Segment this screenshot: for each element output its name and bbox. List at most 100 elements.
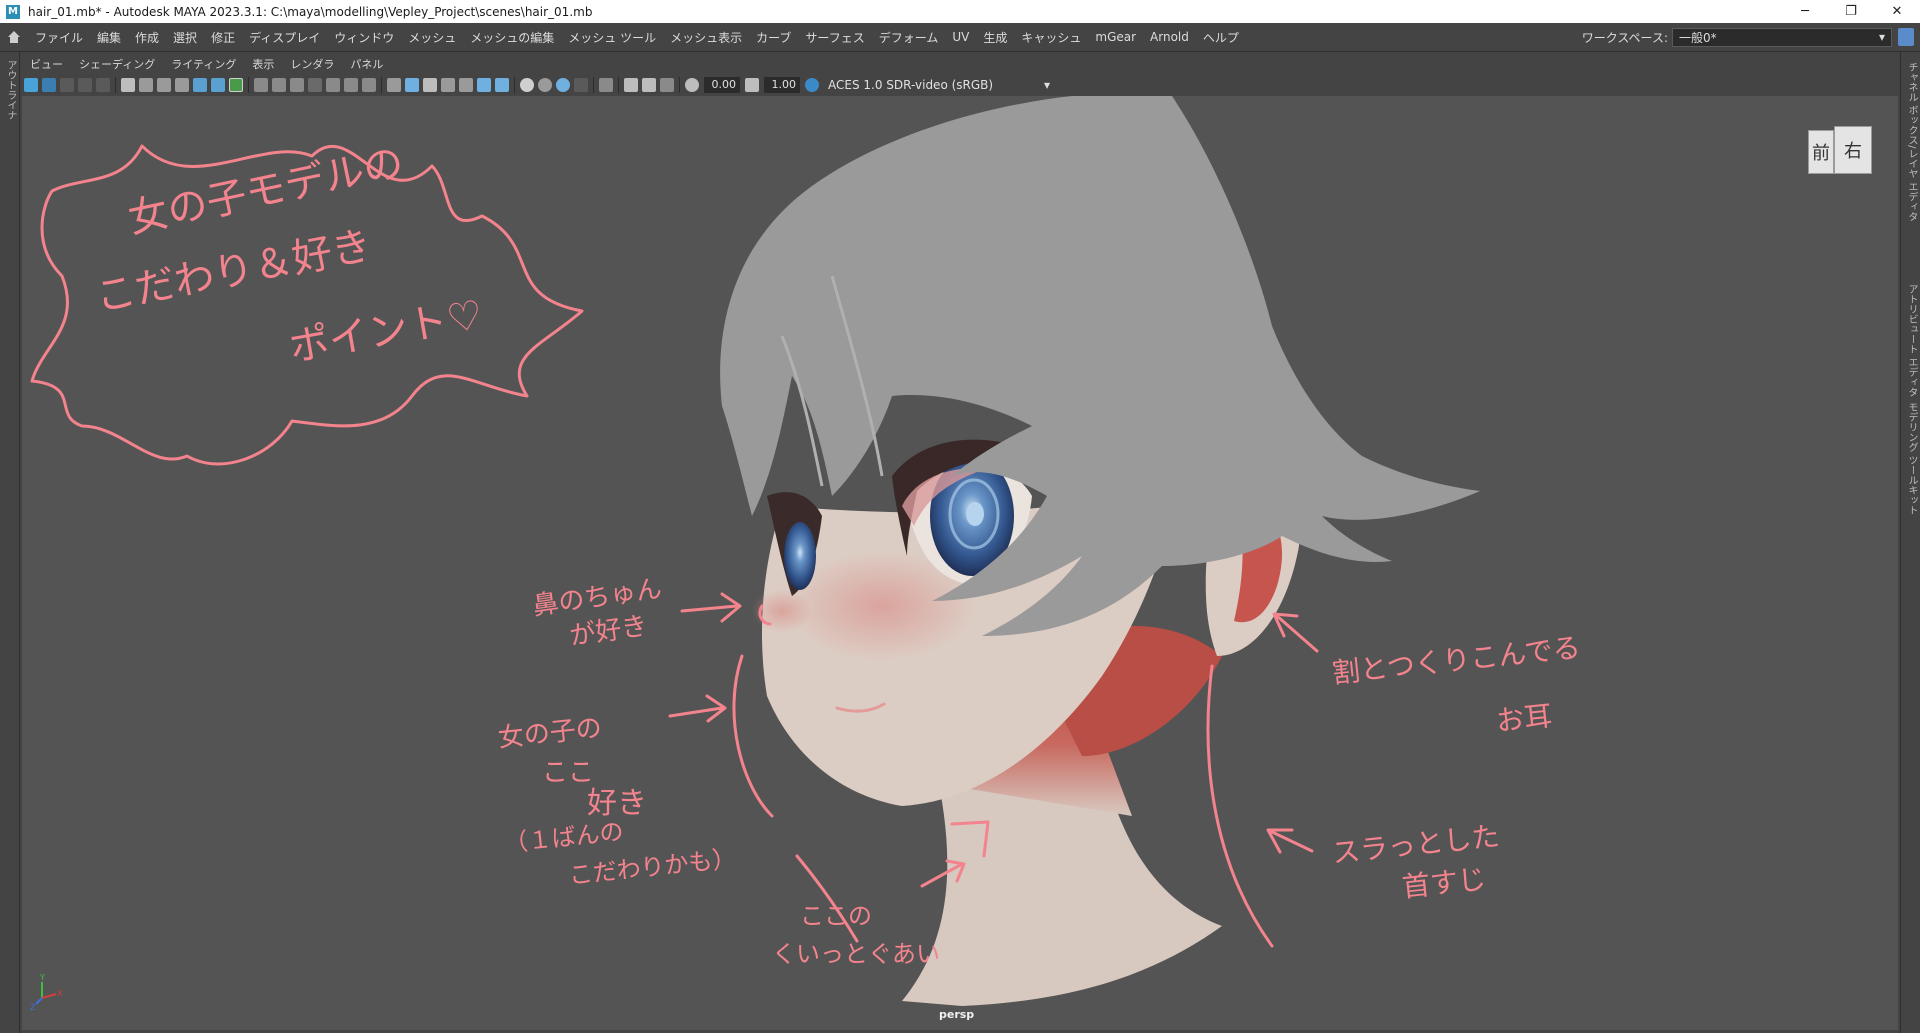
2d-pan-zoom-icon[interactable] xyxy=(96,78,110,92)
textured-icon[interactable] xyxy=(441,78,455,92)
menu-uv[interactable]: UV xyxy=(945,30,976,44)
tab-channel-box[interactable]: チャネル ボックス/レイヤ エディタ xyxy=(1904,62,1919,222)
image-plane-icon[interactable] xyxy=(78,78,92,92)
grease-pencil-icon[interactable] xyxy=(193,78,207,92)
gamma-field[interactable]: 1.00 xyxy=(764,77,800,93)
arrow-nose xyxy=(680,592,742,623)
outliner-tab-label[interactable]: アウトライナ xyxy=(3,60,18,120)
menu-display[interactable]: ディスプレイ xyxy=(242,29,327,46)
perspective-viewport[interactable]: 女の子モデルの こだわり＆好き ポイント♡ 鼻のちゅん が好き 女の子の ここ … xyxy=(22,96,1898,1030)
isolate-select-icon[interactable] xyxy=(520,78,534,92)
chevron-down-icon: ▾ xyxy=(1878,30,1885,44)
camera-name-label: persp xyxy=(939,1008,975,1021)
panel-menu-shading[interactable]: シェーディング xyxy=(71,56,163,72)
tab-attribute-editor[interactable]: アトリビュート エディタ xyxy=(1904,284,1919,397)
view-cube[interactable]: 前 右 xyxy=(1808,124,1872,182)
arrow-ear xyxy=(1272,612,1319,653)
menu-mesh-display[interactable]: メッシュ表示 xyxy=(663,29,749,46)
panel-menu-lighting[interactable]: ライティング xyxy=(163,56,244,72)
track-camera-icon[interactable] xyxy=(139,78,153,92)
window-title: hair_01.mb* - Autodesk MAYA 2023.3.1: C:… xyxy=(28,4,593,19)
toolbar-separator xyxy=(248,77,249,93)
menu-edit[interactable]: 編集 xyxy=(90,29,128,46)
maximize-button[interactable]: ❐ xyxy=(1828,0,1874,23)
smooth-shade-icon[interactable] xyxy=(405,78,419,92)
menu-help[interactable]: ヘルプ xyxy=(1196,29,1246,46)
menu-generate[interactable]: 生成 xyxy=(976,29,1014,46)
xray-icon[interactable] xyxy=(538,78,552,92)
chin-annotation-line-1: ここの xyxy=(800,902,872,930)
lock-icon[interactable] xyxy=(1898,28,1914,46)
view-cube-right[interactable]: 右 xyxy=(1834,126,1872,174)
panel-menu-bar: ビュー シェーディング ライティング 表示 レンダラ パネル xyxy=(22,54,1898,74)
xray-joints-icon[interactable] xyxy=(556,78,570,92)
default-lighting-icon[interactable] xyxy=(423,78,437,92)
select-tool-icon[interactable] xyxy=(599,78,613,92)
menu-edit-mesh[interactable]: メッシュの編集 xyxy=(463,29,561,46)
film-gate-icon[interactable] xyxy=(272,78,286,92)
bookmark-camera-icon[interactable] xyxy=(175,78,189,92)
snapshot-icon[interactable] xyxy=(211,78,225,92)
panel-menu-panels[interactable]: パネル xyxy=(342,56,391,72)
menu-deform[interactable]: デフォーム xyxy=(872,29,946,46)
menu-windows[interactable]: ウィンドウ xyxy=(327,29,401,46)
xray-components-icon[interactable] xyxy=(574,78,588,92)
safe-title-icon[interactable] xyxy=(362,78,376,92)
home-icon[interactable] xyxy=(0,23,28,52)
near-eye-pupil xyxy=(966,502,984,526)
neck-line-mark xyxy=(1206,664,1274,948)
close-button[interactable]: ✕ xyxy=(1874,0,1920,23)
shadows-icon[interactable] xyxy=(477,78,491,92)
menu-cache[interactable]: キャッシュ xyxy=(1014,29,1088,46)
menu-mgear[interactable]: mGear xyxy=(1088,30,1143,44)
dolly-camera-icon[interactable] xyxy=(157,78,171,92)
workspace-dropdown[interactable]: 一般0* ▾ xyxy=(1672,27,1892,47)
safe-action-icon[interactable] xyxy=(344,78,358,92)
view-transform-value: ACES 1.0 SDR-video (sRGB) xyxy=(828,78,994,92)
panel-toolbar: 0.00 1.00 ACES 1.0 SDR-video (sRGB) ▾ xyxy=(22,74,1898,96)
axis-gizmo-icon: Y X Z xyxy=(30,973,63,1012)
view-cube-front[interactable]: 前 xyxy=(1808,130,1834,174)
maya-app-icon: M xyxy=(6,4,20,19)
menu-curves[interactable]: カーブ xyxy=(749,29,798,46)
gamma-icon[interactable] xyxy=(745,78,759,92)
panel-menu-view[interactable]: ビュー xyxy=(22,56,71,72)
menu-mesh[interactable]: メッシュ xyxy=(401,29,463,46)
menu-surfaces[interactable]: サーフェス xyxy=(798,29,871,46)
arrow-cheek xyxy=(668,694,727,723)
menu-arnold[interactable]: Arnold xyxy=(1143,30,1196,44)
toolbar-separator xyxy=(381,77,382,93)
wireframe-icon[interactable] xyxy=(387,78,401,92)
use-all-lights-icon[interactable] xyxy=(459,78,473,92)
minimize-button[interactable]: ─ xyxy=(1782,0,1828,23)
exposure-icon[interactable] xyxy=(685,78,699,92)
svg-text:Z: Z xyxy=(30,1003,36,1012)
window-titlebar: M hair_01.mb* - Autodesk MAYA 2023.3.1: … xyxy=(0,0,1920,23)
svg-text:Y: Y xyxy=(39,973,45,982)
hud-toggle-icon[interactable] xyxy=(660,78,674,92)
exposure-field[interactable]: 0.00 xyxy=(704,77,740,93)
menu-mesh-tools[interactable]: メッシュ ツール xyxy=(561,29,663,46)
menu-modify[interactable]: 修正 xyxy=(204,29,242,46)
menu-create[interactable]: 作成 xyxy=(128,29,166,46)
ortho-toggle-icon[interactable] xyxy=(642,78,656,92)
film-gate-toggle-icon[interactable] xyxy=(624,78,638,92)
tab-modeling-toolkit[interactable]: モデリング ツールキット xyxy=(1904,402,1919,515)
view-transform-dropdown[interactable]: ACES 1.0 SDR-video (sRGB) ▾ xyxy=(824,77,1050,93)
select-camera-icon[interactable] xyxy=(24,78,38,92)
panel-menu-show[interactable]: 表示 xyxy=(244,56,282,72)
menu-select[interactable]: 選択 xyxy=(166,29,204,46)
menu-file[interactable]: ファイル xyxy=(28,29,90,46)
field-chart-icon[interactable] xyxy=(326,78,340,92)
color-management-icon[interactable] xyxy=(805,78,819,92)
camera-attributes-icon[interactable] xyxy=(42,78,56,92)
gate-mask-icon[interactable] xyxy=(308,78,322,92)
outliner-strip[interactable]: アウトライナ xyxy=(0,52,20,1033)
wireframe-on-shaded-icon[interactable] xyxy=(229,78,243,92)
panel-menu-renderer[interactable]: レンダラ xyxy=(282,56,342,72)
bookmark-icon[interactable] xyxy=(60,78,74,92)
resolution-gate-icon[interactable] xyxy=(290,78,304,92)
grid-icon[interactable] xyxy=(254,78,268,92)
screen-space-ao-icon[interactable] xyxy=(495,78,509,92)
camera-icon[interactable] xyxy=(121,78,135,92)
